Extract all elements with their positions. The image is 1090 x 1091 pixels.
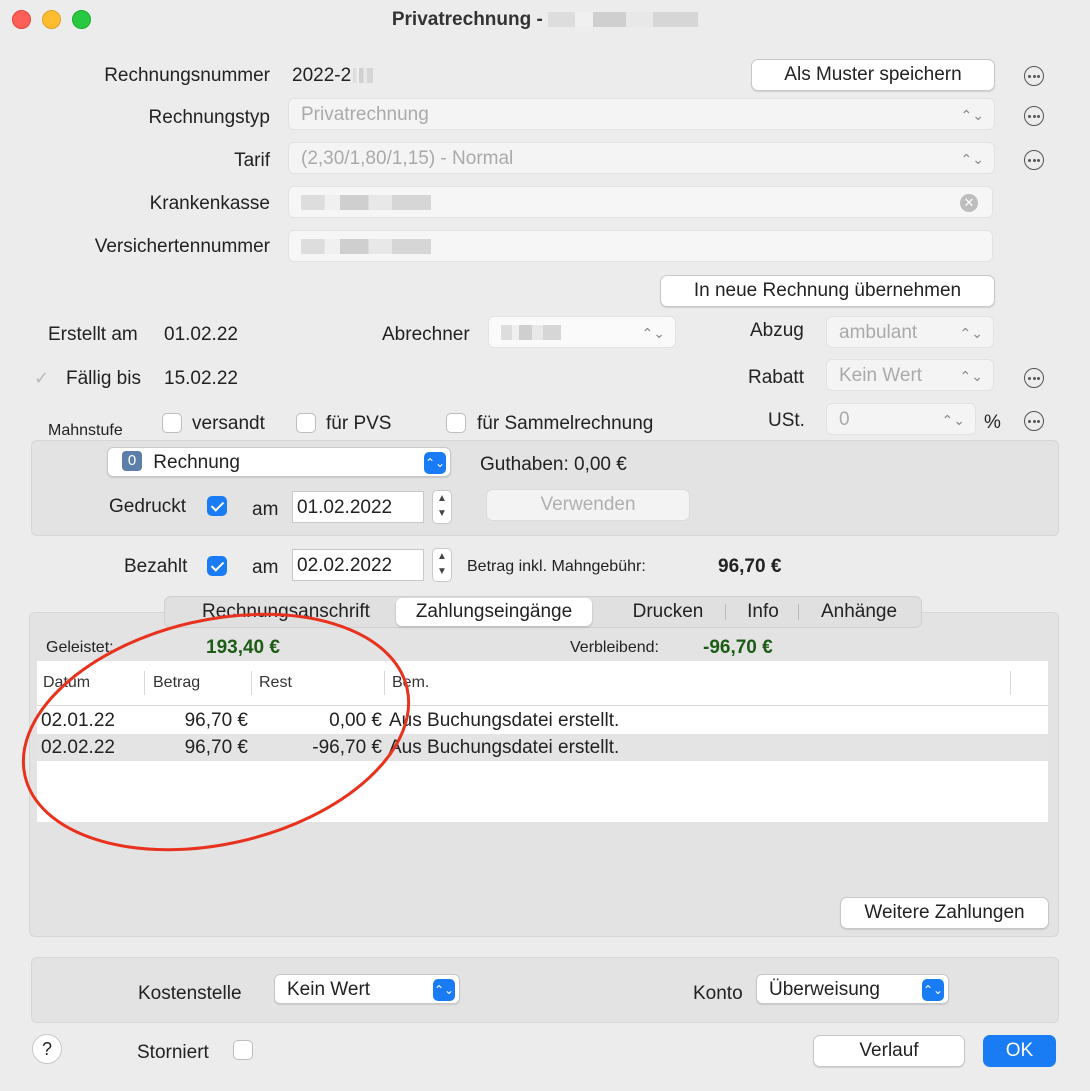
window: Privatrechnung - Rechnungsnummer 2022-2 …: [0, 0, 1090, 1091]
annotation-ellipse: [21, 612, 411, 852]
red-annotation-circle: [21, 612, 411, 852]
